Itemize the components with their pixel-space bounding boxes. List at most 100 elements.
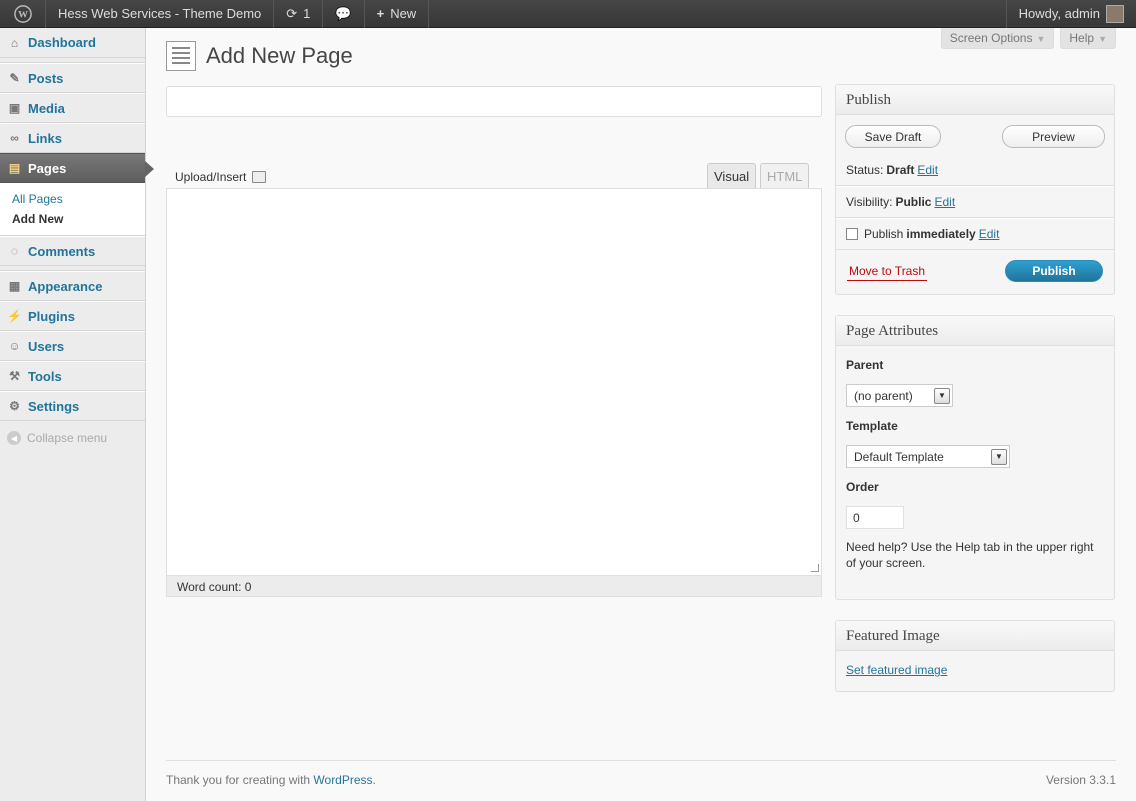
publish-button[interactable]: Publish [1005,260,1103,282]
sidebar-item-pages[interactable]: ▤ Pages [0,153,154,183]
collapse-menu-button[interactable]: ◀ Collapse menu [0,421,145,455]
screen-meta-tabs: Screen Options ▼ Help ▼ [940,28,1116,49]
footer-thanks: Thank you for creating with WordPress. [166,773,376,787]
order-input[interactable]: 0 [846,506,904,529]
page-title: Add New Page [206,43,353,68]
visibility-label: Visibility: [846,195,893,209]
publish-date-label: Publish [864,227,904,241]
site-name-link[interactable]: Hess Web Services - Theme Demo [46,0,275,28]
upload-label: Upload/Insert [175,170,247,184]
new-content-link[interactable]: + New [365,0,430,28]
featured-image-title: Featured Image [836,621,1114,651]
sidebar-item-posts[interactable]: ✎ Posts [0,63,145,93]
version-label: Version 3.3.1 [1045,773,1116,787]
media-upload-icon[interactable] [252,171,267,183]
settings-icon: ⚙ [9,399,20,413]
publish-date-row: Publish immediately Edit [836,218,1114,250]
screen-options-tab[interactable]: Screen Options ▼ [940,28,1055,49]
publish-box-title: Publish [836,85,1114,115]
main-content: Screen Options ▼ Help ▼ Add New Page Uploa… [166,28,1116,692]
save-draft-button[interactable]: Save Draft [845,125,941,148]
comments-link[interactable]: 💬 [323,0,365,28]
plus-icon: + [376,6,385,21]
sidebar-item-plugins[interactable]: ⚡ Plugins [0,301,145,331]
refresh-icon: ⟳ [286,5,298,21]
pages-submenu: All Pages Add New [0,183,145,236]
footer-period: . [372,773,376,787]
footer: Thank you for creating with WordPress. V… [166,760,1116,787]
tools-icon: ⚒ [9,369,20,383]
updates-link[interactable]: ⟳ 1 [274,0,324,28]
edit-visibility-link[interactable]: Edit [934,195,955,209]
home-icon: ⌂ [10,35,19,50]
page-document-icon [166,41,196,71]
sidebar-item-links[interactable]: ∞ Links [0,123,145,153]
sidebar-item-appearance[interactable]: ▦ Appearance [0,271,145,301]
minor-publishing-actions: Save Draft Preview [836,115,1114,148]
submenu-item-all-pages[interactable]: All Pages [0,189,145,209]
preview-button[interactable]: Preview [1002,125,1105,148]
sidebar-item-label: Dashboard [28,35,96,50]
status-value: Draft [886,162,915,177]
sidebar-item-tools[interactable]: ⚒ Tools [0,361,145,391]
featured-image-box: Featured Image Set featured image [835,620,1115,692]
publish-date-value: immediately [906,227,976,241]
sidebar-item-comments[interactable]: ◌ Comments [0,236,145,266]
tab-html[interactable]: HTML [760,163,810,189]
page-attributes-title: Page Attributes [836,316,1114,346]
sidebar-item-label: Links [28,130,62,146]
move-to-trash-link[interactable]: Move to Trash [847,262,928,281]
chevron-down-icon: ▼ [934,387,950,404]
page-attributes-box: Page Attributes Parent (no parent) ▼ Temp… [835,315,1115,600]
avatar [1106,4,1124,23]
word-count: Word count: 0 [167,575,821,596]
media-icon: ▣ [8,101,21,115]
parent-select[interactable]: (no parent) ▼ [846,384,953,407]
screen-options-label: Screen Options [949,31,1033,45]
tab-visual[interactable]: Visual [707,163,757,189]
sidebar-item-dashboard[interactable]: ⌂ Dashboard [0,28,145,58]
help-tab[interactable]: Help ▼ [1060,28,1116,49]
sidebar-item-label: Settings [28,398,80,414]
title-input[interactable] [166,86,822,117]
edit-date-link[interactable]: Edit [979,227,1000,241]
updates-count: 1 [303,6,311,21]
sidebar-item-label: Comments [28,243,96,259]
help-text: Need help? Use the Help tab in the upper… [846,540,1094,570]
edit-status-link[interactable]: Edit [917,163,938,177]
template-label: Template [846,419,898,433]
sidebar-item-label: Users [28,338,65,354]
collapse-arrow-icon: ◀ [7,431,21,445]
sidebar-item-media[interactable]: ▣ Media [0,93,145,123]
wordpress-logo-icon[interactable]: W [0,0,46,28]
howdy-label: Howdy, admin [1018,6,1100,21]
resize-handle[interactable] [811,564,819,572]
publish-box: Publish Save Draft Preview Status: Draft E… [835,84,1115,295]
chevron-down-icon: ▼ [991,448,1007,465]
sidebar-item-label: Pages [28,160,67,176]
site-name: Hess Web Services - Theme Demo [58,6,262,21]
chain-link-icon: ∞ [10,131,19,145]
admin-sidebar: ⌂ Dashboard ✎ Posts ▣ Media ∞ Links ▤ Pages A… [0,28,154,801]
sidebar-item-settings[interactable]: ⚙ Settings [0,391,145,421]
status-label: Status: [846,162,884,177]
calendar-icon [846,228,858,240]
help-label: Help [1069,31,1095,45]
visibility-row: Visibility: Public Edit [836,186,1114,218]
template-value: Default Template [854,449,944,464]
pages-icon: ▤ [8,161,21,175]
sidebar-item-users[interactable]: ☺ Users [0,331,145,361]
appearance-icon: ▦ [8,279,21,293]
content-editor[interactable]: Word count: 0 [166,188,822,597]
parent-value: (no parent) [854,388,913,403]
order-label: Order [846,480,879,494]
parent-label: Parent [846,358,884,372]
wordpress-link[interactable]: WordPress [313,773,372,787]
users-icon: ☺ [8,339,21,353]
submenu-item-add-new[interactable]: Add New [0,209,145,229]
template-select[interactable]: Default Template ▼ [846,445,1010,468]
sidebar-item-label: Plugins [28,308,75,324]
account-menu[interactable]: Howdy, admin [1005,0,1136,28]
upload-insert-button[interactable]: Upload/Insert [175,170,267,184]
set-featured-image-link[interactable]: Set featured image [846,663,947,677]
